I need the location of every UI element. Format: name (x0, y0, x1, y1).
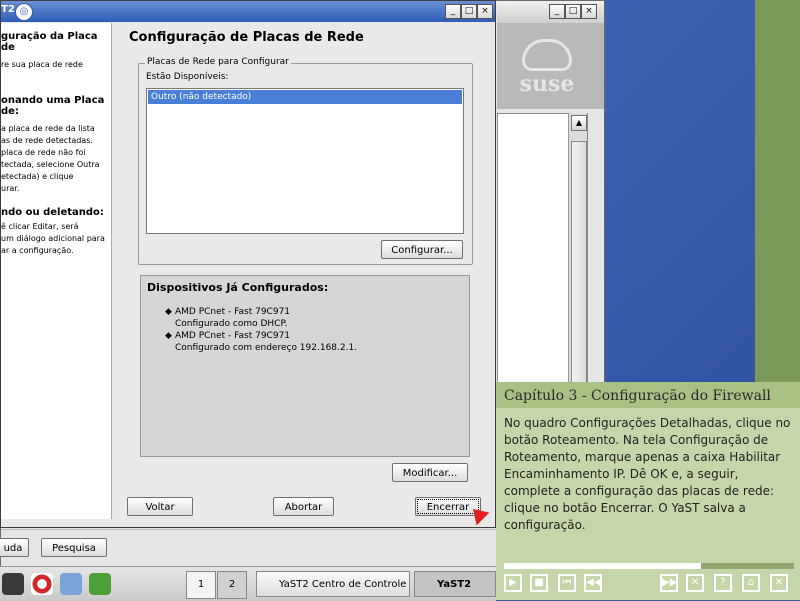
device-detail: Configurado com endereço 192.168.2.1. (175, 343, 358, 353)
scroll-up-icon[interactable]: ▲ (571, 115, 587, 131)
suse-logo-icon: suse (515, 37, 579, 97)
available-cards-list[interactable]: Outro (não detectado) (146, 88, 464, 234)
desktop-decoration (755, 0, 800, 382)
skip-back-icon[interactable]: ⏮ (558, 574, 576, 592)
mute-icon[interactable]: ✕ (686, 574, 704, 592)
help-heading-1: guração da Placa de (1, 31, 98, 53)
network-globe-icon[interactable] (60, 573, 82, 595)
list-item[interactable]: Outro (não detectado) (148, 90, 462, 104)
configure-button[interactable]: Configurar... (381, 240, 463, 259)
tutorial-title: Capítulo 3 - Configuração do Firewall (504, 388, 771, 404)
rewind-icon[interactable]: ◀◀ (584, 574, 602, 592)
help-line: as de rede detectadas. (1, 136, 93, 145)
search-button[interactable]: Pesquisa (41, 538, 107, 557)
scroll-thumb[interactable] (571, 141, 587, 383)
device-entry: ◆ AMD PCnet - Fast 79C971 Configurado co… (165, 330, 358, 354)
close-icon[interactable]: ✕ (770, 574, 788, 592)
help-text-1: re sua placa de rede (1, 60, 83, 69)
bullet-icon: ◆ (165, 331, 172, 341)
tutorial-panel: Capítulo 3 - Configuração do Firewall No… (496, 382, 800, 600)
help-line: etectada) e clique (1, 172, 74, 181)
minimize-icon[interactable]: _ (445, 4, 461, 19)
maximize-icon[interactable]: □ (565, 4, 581, 19)
abort-button[interactable]: Abortar (273, 497, 334, 516)
play-icon[interactable]: ▶ (504, 574, 522, 592)
available-label: Estão Disponíveis: (146, 72, 229, 82)
window-title: T2 (1, 4, 15, 15)
taskbar: 1 2 YaST2 Centro de Controle @ li YaST2 (0, 566, 496, 601)
fast-forward-icon[interactable]: ▶▶ (660, 574, 678, 592)
help-pane: guração da Placa de re sua placa de rede… (1, 23, 112, 519)
help-line: ar a configuração. (1, 246, 74, 255)
bullet-icon: ◆ (165, 307, 172, 317)
control-center-titlebar[interactable]: _ □ × (497, 1, 604, 24)
suse-logo-area: suse (497, 23, 604, 109)
suse-chameleon-icon: ◎ (15, 3, 33, 21)
modify-button[interactable]: Modificar... (392, 463, 468, 482)
help-text-3: ê clicar Editar, será um diálogo adicion… (1, 221, 105, 257)
available-cards-group: Placas de Rede para Configurar Estão Dis… (138, 57, 473, 265)
device-name: AMD PCnet - Fast 79C971 (175, 331, 291, 341)
home-icon[interactable]: ⌂ (742, 574, 760, 592)
tutorial-progress-bar[interactable] (504, 563, 794, 569)
device-entry: ◆ AMD PCnet - Fast 79C971 Configurado co… (165, 306, 291, 330)
workspace-2-button[interactable]: 2 (217, 571, 247, 599)
lifebuoy-help-icon[interactable] (31, 573, 53, 595)
group-legend: Placas de Rede para Configurar (145, 57, 291, 67)
tutorial-text: No quadro Configurações Detalhadas, cliq… (504, 416, 791, 532)
control-center-buttonbar: uda Pesquisa (0, 529, 497, 568)
close-icon[interactable]: × (477, 4, 493, 19)
maximize-icon[interactable]: □ (461, 4, 477, 19)
help-icon[interactable]: ? (714, 574, 732, 592)
help-text-2: a placa de rede da lista as de rede dete… (1, 123, 100, 195)
configured-heading: Dispositivos Já Configurados: (147, 281, 329, 294)
close-icon[interactable]: × (581, 4, 597, 19)
minimize-icon[interactable]: _ (549, 4, 565, 19)
help-heading-3: ndo ou deletando: (1, 207, 104, 218)
help-line: um diálogo adicional para (1, 234, 105, 243)
configured-devices-group: Dispositivos Já Configurados: ◆ AMD PCne… (140, 275, 470, 457)
stop-icon[interactable]: ■ (530, 574, 548, 592)
workspace-1-button[interactable]: 1 (186, 571, 216, 599)
help-line: ê clicar Editar, será (1, 222, 79, 231)
help-line: urar. (1, 184, 20, 193)
device-name: AMD PCnet - Fast 79C971 (175, 307, 291, 317)
task-control-center[interactable]: YaST2 Centro de Controle @ li (256, 571, 410, 597)
device-detail: Configurado como DHCP. (175, 319, 288, 329)
yast-tools-icon[interactable] (89, 573, 111, 595)
task-yast2[interactable]: YaST2 (414, 571, 496, 597)
help-heading-2: onando uma Placa de: (1, 95, 105, 117)
page-title: Configuração de Placas de Rede (129, 30, 364, 45)
help-button[interactable]: uda (0, 538, 29, 557)
help-line: tectada, selecione Outra (1, 160, 100, 169)
progress-fill (504, 563, 702, 569)
back-button[interactable]: Voltar (127, 497, 193, 516)
help-line: a placa de rede da lista (1, 124, 95, 133)
help-line: placa de rede não foi (1, 148, 86, 157)
terminal-icon[interactable] (2, 573, 24, 595)
yast2-titlebar[interactable]: T2 ◎ _ □ × (1, 1, 495, 22)
yast2-network-window: T2 ◎ _ □ × guração da Placa de re sua pl… (0, 0, 496, 528)
module-list-scrollbar[interactable]: ▲ (568, 113, 587, 383)
